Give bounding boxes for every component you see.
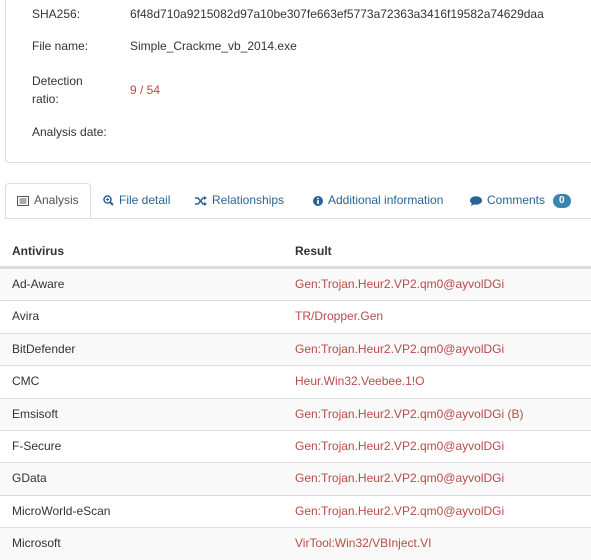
antivirus-name-cell: BitDefender bbox=[12, 341, 76, 356]
filename-value: Simple_Crackme_vb_2014.exe bbox=[130, 39, 297, 53]
column-header-antivirus: Antivirus bbox=[12, 244, 65, 258]
column-header-result: Result bbox=[295, 244, 332, 258]
info-icon bbox=[313, 195, 323, 206]
table-row: F-Secure Gen:Trojan.Heur2.VP2.qm0@ayvolDG… bbox=[0, 429, 591, 462]
tab-additional-information[interactable]: Additional information bbox=[313, 183, 443, 218]
table-row: Avira TR/Dropper.Gen bbox=[0, 300, 591, 332]
list-icon bbox=[17, 195, 29, 206]
antivirus-name-cell: Ad-Aware bbox=[12, 277, 65, 291]
antivirus-name-cell: GData bbox=[12, 471, 47, 486]
table-row: Emsisoft Gen:Trojan.Heur2.VP2.qm0@ayvolDG… bbox=[0, 397, 591, 430]
detection-result-cell: TR/Dropper.Gen bbox=[295, 309, 384, 324]
comment-icon bbox=[470, 195, 482, 206]
detection-result-cell: Heur.Win32.Veebee.1!O bbox=[295, 374, 425, 389]
tab-bar: Analysis File detail Relationships Addit… bbox=[5, 183, 591, 219]
tab-analysis-label: Analysis bbox=[34, 193, 79, 207]
antivirus-name-cell: F-Secure bbox=[12, 438, 62, 453]
antivirus-name-cell: Avira bbox=[12, 309, 40, 324]
shuffle-icon bbox=[195, 195, 207, 206]
tab-relationships-label: Relationships bbox=[212, 193, 285, 207]
sha256-value: 6f48d710a9215082d97a10be307fe663ef5773a7… bbox=[130, 7, 544, 21]
tab-analysis[interactable]: Analysis bbox=[5, 183, 91, 218]
tab-file-detail-label: File detail bbox=[119, 193, 171, 207]
detection-result-cell: VirTool:Win32/VBInject.VI bbox=[295, 536, 432, 551]
filename-label: File name: bbox=[32, 39, 89, 53]
detection-result-cell: Gen:Trojan.Heur2.VP2.qm0@ayvolDGi bbox=[295, 341, 505, 356]
tab-comments-label: Comments bbox=[487, 193, 546, 207]
table-row: MicroWorld-eScan Gen:Trojan.Heur2.VP2.qm0… bbox=[0, 494, 591, 527]
table-row: GData Gen:Trojan.Heur2.VP2.qm0@ayvolDGi bbox=[0, 462, 591, 495]
antivirus-name-cell: Emsisoft bbox=[12, 406, 59, 421]
detection-result-cell: Gen:Trojan.Heur2.VP2.qm0@ayvolDGi (B) bbox=[295, 406, 524, 421]
table-row: BitDefender Gen:Trojan.Heur2.VP2.qm0@ayvo… bbox=[0, 332, 591, 366]
detection-result-cell: Gen:Trojan.Heur2.VP2.qm0@ayvolDGi bbox=[295, 438, 505, 453]
antivirus-name-cell: MicroWorld-eScan bbox=[12, 503, 111, 518]
tab-additional-information-label: Additional information bbox=[328, 193, 444, 207]
sha256-label: SHA256: bbox=[32, 7, 81, 21]
tab-file-detail[interactable]: File detail bbox=[103, 183, 170, 218]
zoom-icon bbox=[103, 195, 114, 206]
detection-result-cell: Gen:Trojan.Heur2.VP2.qm0@ayvolDGi bbox=[295, 471, 505, 486]
antivirus-name-cell: CMC bbox=[12, 374, 40, 389]
detection-label-line1: Detection bbox=[32, 74, 83, 88]
table-body: Ad-Aware Gen:Trojan.Heur2.VP2.qm0@ayvolDG… bbox=[0, 268, 591, 560]
detection-ratio-value: 9 / 54 bbox=[130, 83, 161, 97]
antivirus-results-table: Antivirus Result Ad-Aware Gen:Trojan.Heur… bbox=[0, 235, 591, 560]
detection-result-cell: Gen:Trojan.Heur2.VP2.qm0@ayvolDGi bbox=[295, 503, 505, 518]
table-header: Antivirus Result bbox=[0, 235, 591, 268]
table-row: Ad-Aware Gen:Trojan.Heur2.VP2.qm0@ayvolDG… bbox=[0, 268, 591, 301]
comments-count-badge: 0 bbox=[553, 193, 571, 208]
antivirus-name-cell: Microsoft bbox=[12, 536, 61, 551]
detection-label-line2: ratio: bbox=[32, 92, 59, 106]
detection-result-cell: Gen:Trojan.Heur2.VP2.qm0@ayvolDGi bbox=[295, 277, 505, 291]
tab-comments[interactable]: Comments 0 bbox=[470, 183, 571, 218]
table-row: CMC Heur.Win32.Veebee.1!O bbox=[0, 365, 591, 397]
tab-relationships[interactable]: Relationships bbox=[195, 183, 284, 218]
analysis-date-label: Analysis date: bbox=[32, 125, 107, 139]
file-summary-panel: SHA256: 6f48d710a9215082d97a10be307fe663… bbox=[5, 0, 591, 163]
